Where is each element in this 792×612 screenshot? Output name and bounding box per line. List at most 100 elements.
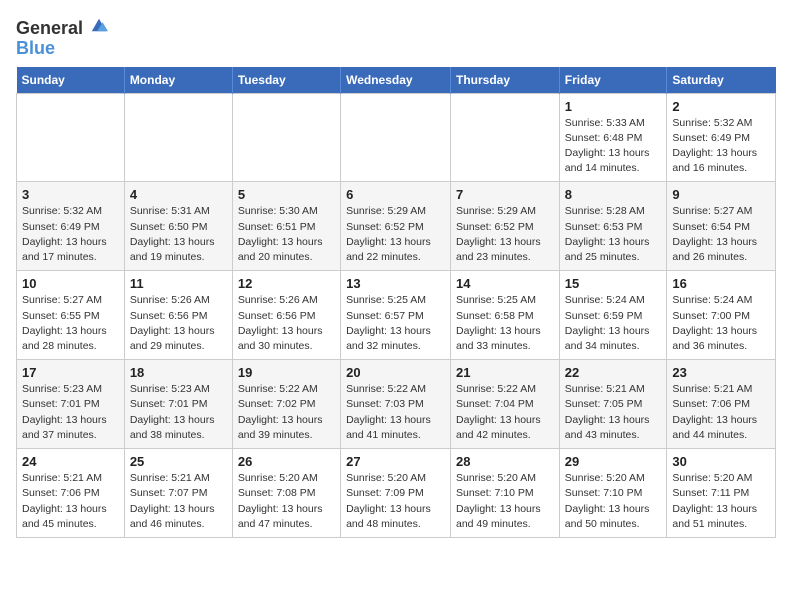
calendar-cell: 11 Sunrise: 5:26 AM Sunset: 6:56 PM Dayli… [124,271,232,360]
calendar-cell: 21 Sunrise: 5:22 AM Sunset: 7:04 PM Dayli… [450,360,559,449]
weekday-header-thursday: Thursday [450,67,559,94]
calendar-cell: 17 Sunrise: 5:23 AM Sunset: 7:01 PM Dayli… [17,360,125,449]
calendar-header-row: SundayMondayTuesdayWednesdayThursdayFrid… [17,67,776,94]
calendar-cell: 28Sunrise: 5:20 AM Sunset: 7:10 PM Dayli… [450,449,559,538]
day-info: Sunrise: 5:27 AM Sunset: 6:55 PM Dayligh… [22,293,119,354]
day-number: 27 [346,454,445,469]
weekday-header-friday: Friday [559,67,667,94]
calendar-week-row: 17 Sunrise: 5:23 AM Sunset: 7:01 PM Dayli… [17,360,776,449]
weekday-header-wednesday: Wednesday [341,67,451,94]
day-info: Sunrise: 5:25 AM Sunset: 6:58 PM Dayligh… [456,293,554,354]
day-number: 6 [346,187,445,202]
calendar-cell: 7Sunrise: 5:29 AM Sunset: 6:52 PM Daylig… [450,182,559,271]
day-number: 14 [456,276,554,291]
day-number: 29 [565,454,662,469]
day-number: 26 [238,454,335,469]
day-number: 23 [672,365,770,380]
calendar-cell [232,93,340,182]
calendar-cell: 18 Sunrise: 5:23 AM Sunset: 7:01 PM Dayli… [124,360,232,449]
calendar-cell: 16Sunrise: 5:24 AM Sunset: 7:00 PM Dayli… [667,271,776,360]
day-info: Sunrise: 5:30 AM Sunset: 6:51 PM Dayligh… [238,204,335,265]
day-info: Sunrise: 5:22 AM Sunset: 7:04 PM Dayligh… [456,382,554,443]
day-info: Sunrise: 5:24 AM Sunset: 6:59 PM Dayligh… [565,293,662,354]
day-number: 13 [346,276,445,291]
calendar-cell: 4 Sunrise: 5:31 AM Sunset: 6:50 PM Daylig… [124,182,232,271]
day-number: 15 [565,276,662,291]
calendar-cell: 3Sunrise: 5:32 AM Sunset: 6:49 PM Daylig… [17,182,125,271]
calendar-cell: 2 Sunrise: 5:32 AM Sunset: 6:49 PM Daylig… [667,93,776,182]
calendar-cell: 5 Sunrise: 5:30 AM Sunset: 6:51 PM Daylig… [232,182,340,271]
calendar-cell: 29 Sunrise: 5:20 AM Sunset: 7:10 PM Dayli… [559,449,667,538]
day-info: Sunrise: 5:22 AM Sunset: 7:03 PM Dayligh… [346,382,445,443]
calendar-cell: 30 Sunrise: 5:20 AM Sunset: 7:11 PM Dayli… [667,449,776,538]
day-number: 1 [565,99,662,114]
calendar-cell: 24 Sunrise: 5:21 AM Sunset: 7:06 PM Dayli… [17,449,125,538]
calendar-week-row: 3Sunrise: 5:32 AM Sunset: 6:49 PM Daylig… [17,182,776,271]
day-info: Sunrise: 5:20 AM Sunset: 7:11 PM Dayligh… [672,471,770,532]
day-number: 21 [456,365,554,380]
day-number: 5 [238,187,335,202]
day-info: Sunrise: 5:31 AM Sunset: 6:50 PM Dayligh… [130,204,227,265]
day-info: Sunrise: 5:20 AM Sunset: 7:09 PM Dayligh… [346,471,445,532]
calendar-cell: 22 Sunrise: 5:21 AM Sunset: 7:05 PM Dayli… [559,360,667,449]
day-number: 19 [238,365,335,380]
day-number: 2 [672,99,770,114]
calendar-cell: 8 Sunrise: 5:28 AM Sunset: 6:53 PM Daylig… [559,182,667,271]
day-number: 10 [22,276,119,291]
day-info: Sunrise: 5:22 AM Sunset: 7:02 PM Dayligh… [238,382,335,443]
day-info: Sunrise: 5:21 AM Sunset: 7:06 PM Dayligh… [22,471,119,532]
calendar-cell [450,93,559,182]
calendar-cell: 12 Sunrise: 5:26 AM Sunset: 6:56 PM Dayli… [232,271,340,360]
day-info: Sunrise: 5:29 AM Sunset: 6:52 PM Dayligh… [346,204,445,265]
weekday-header-saturday: Saturday [667,67,776,94]
day-info: Sunrise: 5:26 AM Sunset: 6:56 PM Dayligh… [130,293,227,354]
day-number: 24 [22,454,119,469]
day-number: 25 [130,454,227,469]
day-info: Sunrise: 5:25 AM Sunset: 6:57 PM Dayligh… [346,293,445,354]
day-number: 17 [22,365,119,380]
day-info: Sunrise: 5:26 AM Sunset: 6:56 PM Dayligh… [238,293,335,354]
day-info: Sunrise: 5:23 AM Sunset: 7:01 PM Dayligh… [22,382,119,443]
calendar-week-row: 1Sunrise: 5:33 AM Sunset: 6:48 PM Daylig… [17,93,776,182]
day-number: 11 [130,276,227,291]
day-info: Sunrise: 5:32 AM Sunset: 6:49 PM Dayligh… [672,116,770,177]
day-info: Sunrise: 5:29 AM Sunset: 6:52 PM Dayligh… [456,204,554,265]
day-info: Sunrise: 5:24 AM Sunset: 7:00 PM Dayligh… [672,293,770,354]
weekday-header-tuesday: Tuesday [232,67,340,94]
day-number: 18 [130,365,227,380]
day-number: 3 [22,187,119,202]
day-info: Sunrise: 5:27 AM Sunset: 6:54 PM Dayligh… [672,204,770,265]
calendar-week-row: 24 Sunrise: 5:21 AM Sunset: 7:06 PM Dayli… [17,449,776,538]
day-number: 8 [565,187,662,202]
logo-icon [90,16,108,34]
day-number: 28 [456,454,554,469]
logo-text-line1: General [16,16,108,39]
day-info: Sunrise: 5:20 AM Sunset: 7:08 PM Dayligh… [238,471,335,532]
calendar-cell: 9 Sunrise: 5:27 AM Sunset: 6:54 PM Daylig… [667,182,776,271]
calendar-cell: 13 Sunrise: 5:25 AM Sunset: 6:57 PM Dayli… [341,271,451,360]
calendar-cell: 6 Sunrise: 5:29 AM Sunset: 6:52 PM Daylig… [341,182,451,271]
day-info: Sunrise: 5:20 AM Sunset: 7:10 PM Dayligh… [565,471,662,532]
calendar-week-row: 10 Sunrise: 5:27 AM Sunset: 6:55 PM Dayli… [17,271,776,360]
day-info: Sunrise: 5:21 AM Sunset: 7:07 PM Dayligh… [130,471,227,532]
day-number: 20 [346,365,445,380]
day-info: Sunrise: 5:21 AM Sunset: 7:05 PM Dayligh… [565,382,662,443]
day-number: 4 [130,187,227,202]
calendar-cell: 27 Sunrise: 5:20 AM Sunset: 7:09 PM Dayli… [341,449,451,538]
calendar-cell: 14 Sunrise: 5:25 AM Sunset: 6:58 PM Dayli… [450,271,559,360]
calendar-cell [124,93,232,182]
day-number: 9 [672,187,770,202]
calendar-cell [17,93,125,182]
calendar-cell: 23 Sunrise: 5:21 AM Sunset: 7:06 PM Dayli… [667,360,776,449]
day-info: Sunrise: 5:28 AM Sunset: 6:53 PM Dayligh… [565,204,662,265]
calendar-table: SundayMondayTuesdayWednesdayThursdayFrid… [16,67,776,538]
calendar-cell: 1Sunrise: 5:33 AM Sunset: 6:48 PM Daylig… [559,93,667,182]
day-info: Sunrise: 5:23 AM Sunset: 7:01 PM Dayligh… [130,382,227,443]
calendar-cell: 20 Sunrise: 5:22 AM Sunset: 7:03 PM Dayli… [341,360,451,449]
day-number: 22 [565,365,662,380]
logo: General Blue [16,16,108,59]
day-number: 30 [672,454,770,469]
day-info: Sunrise: 5:21 AM Sunset: 7:06 PM Dayligh… [672,382,770,443]
day-number: 12 [238,276,335,291]
calendar-cell [341,93,451,182]
